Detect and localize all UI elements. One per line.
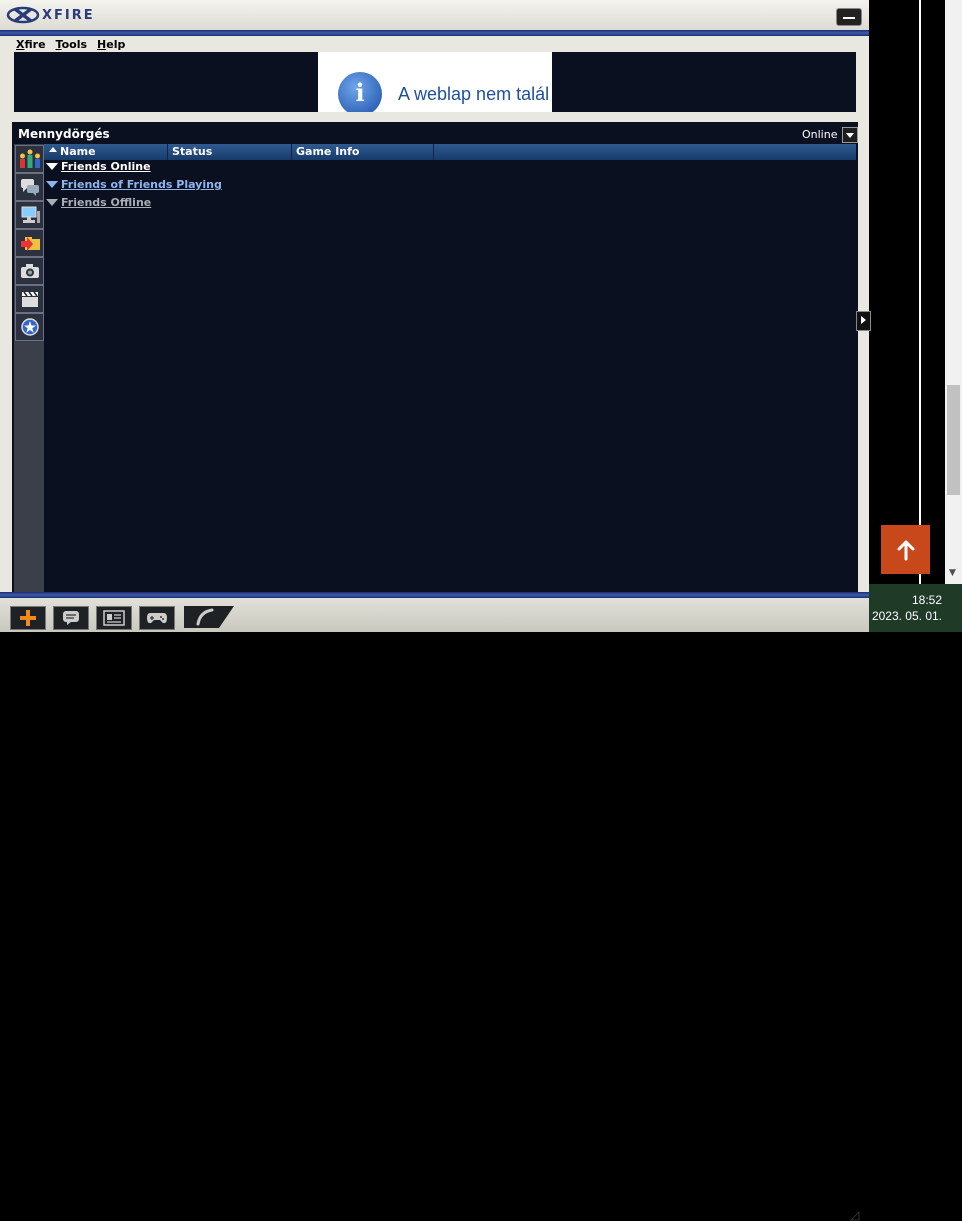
browser-scrollbar[interactable]: ▼: [945, 0, 962, 584]
group-label: Friends Offline: [61, 196, 152, 209]
videos-tab-button[interactable]: [15, 285, 44, 313]
scroll-to-top-button[interactable]: [881, 525, 930, 574]
xfire-logo: XFIRE: [6, 5, 95, 25]
group-label: Friends Online: [61, 160, 151, 173]
menu-tools[interactable]: Tools: [54, 38, 89, 52]
extras-tab-button[interactable]: [15, 313, 44, 341]
status-dropdown-button[interactable]: [842, 127, 858, 143]
friends-icon: [19, 149, 40, 168]
profile-button[interactable]: [96, 606, 132, 630]
message-button[interactable]: [53, 606, 89, 630]
clapperboard-icon: [21, 291, 38, 307]
group-friends-online[interactable]: Friends Online: [46, 160, 151, 173]
clock-date: 2023. 05. 01.: [871, 609, 942, 623]
group-friends-of-friends-playing[interactable]: Friends of Friends Playing: [46, 178, 222, 191]
friends-list: Name Status Game Info Friends Online Fri…: [44, 144, 856, 592]
xfire-logo-icon: [6, 6, 40, 24]
top-accent-bar: [0, 30, 869, 36]
xfire-window: XFIRE Xfire Tools Help i A weblap nem ta…: [0, 0, 871, 1221]
expand-panel-button[interactable]: [856, 311, 871, 331]
games-button[interactable]: [139, 606, 175, 630]
friends-tab-button[interactable]: [15, 145, 44, 173]
ad-error-text: A weblap nem talál: [398, 84, 550, 104]
expand-triangle-icon: [46, 199, 58, 206]
info-icon: i: [338, 72, 382, 112]
column-header: Name Status Game Info: [44, 144, 856, 160]
username: Mennydörgés: [18, 127, 110, 141]
message-icon: [63, 611, 79, 625]
clock-time: 18:52: [911, 593, 942, 607]
voice-icon: [196, 608, 214, 626]
screenshots-tab-button[interactable]: [15, 257, 44, 285]
ad-error-page[interactable]: i A weblap nem talál: [318, 52, 552, 112]
taskbar: 18:52 2023. 05. 01.: [869, 584, 962, 632]
status-label[interactable]: Online: [802, 128, 837, 141]
friends-panel: Mennydörgés Online Name Status Game Info…: [12, 122, 858, 592]
camera-icon: [20, 264, 39, 278]
profile-icon: [103, 610, 125, 626]
taskbar-clock[interactable]: 18:52 2023. 05. 01.: [872, 592, 942, 624]
column-header-status[interactable]: Status: [168, 144, 292, 160]
gamepad-icon: [147, 613, 167, 624]
title-bar[interactable]: XFIRE: [0, 0, 869, 30]
star-badge-icon: [20, 318, 39, 336]
expand-triangle-icon: [46, 181, 58, 188]
arrow-up-icon: [897, 540, 914, 560]
group-label: Friends of Friends Playing: [61, 178, 222, 191]
add-icon: [20, 610, 36, 626]
menu-xfire[interactable]: Xfire: [14, 38, 48, 52]
user-bar: Mennydörgés Online: [14, 124, 858, 144]
downloads-tab-button[interactable]: [15, 229, 44, 257]
servers-icon: [21, 206, 40, 223]
minimize-button[interactable]: [836, 8, 862, 26]
downloads-icon: [20, 237, 40, 251]
sidebar: [14, 144, 44, 592]
column-header-name[interactable]: Name: [44, 144, 168, 160]
chat-tab-button[interactable]: [15, 173, 44, 201]
menu-bar: Xfire Tools Help: [14, 38, 856, 52]
chat-icon: [20, 179, 39, 196]
menu-help[interactable]: Help: [95, 38, 127, 52]
logo-text: XFIRE: [42, 7, 95, 23]
resize-grip-icon[interactable]: [850, 1211, 860, 1221]
expand-triangle-icon: [46, 163, 58, 170]
add-friend-button[interactable]: [10, 606, 46, 630]
bottom-toolbar: [0, 598, 869, 1221]
servers-tab-button[interactable]: [15, 201, 44, 229]
group-friends-offline[interactable]: Friends Offline: [46, 196, 151, 209]
scrollbar-thumb[interactable]: [947, 385, 960, 495]
ad-area: i A weblap nem talál: [14, 52, 856, 112]
column-header-game-info[interactable]: Game Info: [292, 144, 434, 160]
scroll-down-arrow-icon[interactable]: ▼: [949, 568, 956, 578]
voice-button[interactable]: [184, 606, 234, 628]
